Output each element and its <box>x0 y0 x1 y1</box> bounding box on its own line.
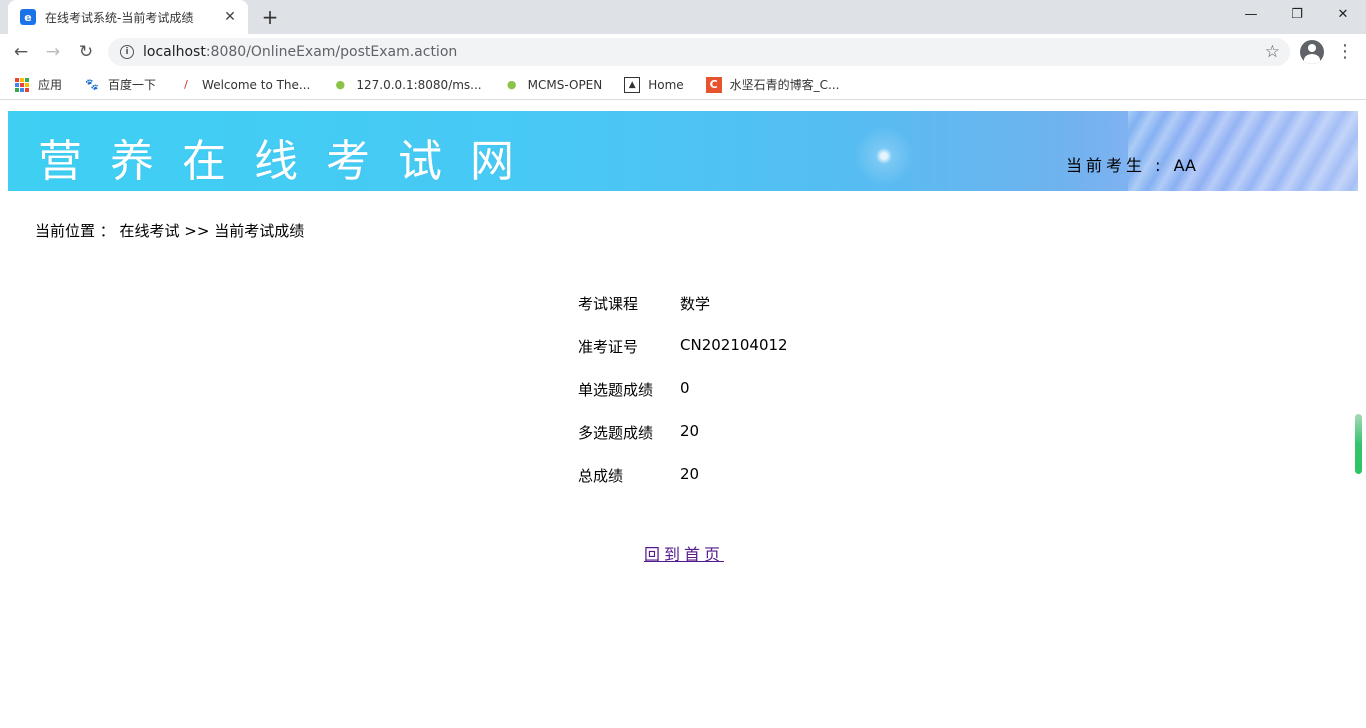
result-value: 20 <box>680 422 700 440</box>
url-host: localhost <box>143 44 206 60</box>
picture-icon: ▲ <box>624 76 641 93</box>
address-bar[interactable]: i localhost:8080/OnlineExam/postExam.act… <box>108 38 1290 66</box>
tab-strip: e 在线考试系统-当前考试成绩 ✕ + — ❐ ✕ <box>0 0 1366 34</box>
result-row-ticket-number: 准考证号 CN202104012 <box>578 336 788 379</box>
bookmark-label: Home <box>648 77 684 92</box>
result-value: CN202104012 <box>680 336 788 354</box>
bookmark-baidu[interactable]: 🐾 百度一下 <box>84 76 156 93</box>
profile-avatar-icon[interactable] <box>1300 40 1324 64</box>
result-value: 数学 <box>680 295 711 313</box>
browser-toolbar: ← → ↻ i localhost:8080/OnlineExam/postEx… <box>0 34 1366 70</box>
back-home-link[interactable]: 回到首页 <box>644 541 724 565</box>
result-label: 准考证号 <box>578 338 639 356</box>
bookmark-label: 水坚石青的博客_C... <box>729 78 840 92</box>
site-banner: 营养在线考试网 当前考生 : AA <box>8 111 1358 191</box>
url-text: localhost:8080/OnlineExam/postExam.actio… <box>143 44 457 60</box>
bookmark-csdn-blog[interactable]: C 水坚石青的博客_C... <box>705 76 840 93</box>
result-row-course: 考试课程 数学 <box>578 293 788 336</box>
bookmark-label: MCMS-OPEN <box>527 77 603 92</box>
result-label: 考试课程 <box>578 295 639 313</box>
leaf-icon: ● <box>335 78 346 91</box>
close-tab-icon[interactable]: ✕ <box>222 9 238 25</box>
result-value: 20 <box>680 465 700 483</box>
close-window-button[interactable]: ✕ <box>1320 0 1366 30</box>
site-title: 营养在线考试网 <box>38 136 542 187</box>
bookmark-label: 百度一下 <box>108 78 157 92</box>
baidu-paw-icon: 🐾 <box>85 78 99 91</box>
bookmark-star-icon[interactable]: ☆ <box>1265 42 1280 62</box>
minimize-button[interactable]: — <box>1228 0 1274 30</box>
leaf-icon: ● <box>506 78 517 91</box>
feather-icon: / <box>184 78 188 91</box>
bookmark-mcms-open[interactable]: ● MCMS-OPEN <box>504 77 603 93</box>
result-label: 单选题成绩 <box>578 381 654 399</box>
bookmarks-bar: 应用 🐾 百度一下 / Welcome to The... ● 127.0.0.… <box>0 70 1366 100</box>
result-row-total: 总成绩 20 <box>578 465 788 508</box>
bookmark-localhost-ms[interactable]: ● 127.0.0.1:8080/ms... <box>332 77 482 93</box>
scroll-indicator[interactable] <box>1355 414 1362 474</box>
bookmark-apps[interactable]: 应用 <box>14 76 62 93</box>
current-user-name: AA <box>1173 156 1196 175</box>
apps-grid-icon <box>14 77 30 93</box>
page-favicon-icon: e <box>20 9 36 25</box>
bookmark-label: 应用 <box>38 78 63 92</box>
exam-result-table: 考试课程 数学 准考证号 CN202104012 单选题成绩 0 多选题成绩 2… <box>578 293 788 508</box>
result-label: 多选题成绩 <box>578 424 654 442</box>
result-row-single-choice: 单选题成绩 0 <box>578 379 788 422</box>
csdn-c-icon: C <box>705 76 722 93</box>
bookmark-welcome[interactable]: / Welcome to The... <box>178 77 310 93</box>
current-user: 当前考生 : AA <box>1066 152 1196 176</box>
bookmark-home[interactable]: ▲ Home <box>624 76 684 93</box>
bookmark-label: 127.0.0.1:8080/ms... <box>356 77 482 92</box>
browser-menu-icon[interactable]: ⋮ <box>1336 40 1354 64</box>
current-user-label: 当前考生 : <box>1066 156 1174 175</box>
result-value: 0 <box>680 379 690 397</box>
result-label: 总成绩 <box>578 467 624 485</box>
url-path: :8080/OnlineExam/postExam.action <box>205 44 458 60</box>
site-info-icon[interactable]: i <box>120 45 134 59</box>
restore-button[interactable]: ❐ <box>1274 0 1320 30</box>
new-tab-button[interactable]: + <box>258 5 282 29</box>
reload-button[interactable]: ↻ <box>73 39 99 65</box>
tab-title: 在线考试系统-当前考试成绩 <box>45 10 194 25</box>
forward-button[interactable]: → <box>40 39 66 65</box>
browser-tab[interactable]: e 在线考试系统-当前考试成绩 ✕ <box>8 0 248 34</box>
breadcrumb: 当前位置 ： 在线考试 >> 当前考试成绩 <box>35 222 305 240</box>
bookmark-label: Welcome to The... <box>202 77 311 92</box>
result-row-multi-choice: 多选题成绩 20 <box>578 422 788 465</box>
back-button[interactable]: ← <box>8 39 34 65</box>
